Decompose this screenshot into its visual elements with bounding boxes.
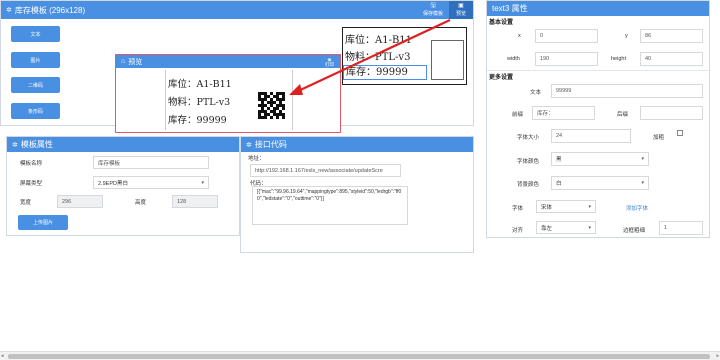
api-code-textarea[interactable]: [{"mac":"99.96.19.64","mappingtype":895,… <box>252 186 408 225</box>
height-attr-input[interactable]: 40 <box>640 52 703 66</box>
add-font-link[interactable]: 添加字体 <box>626 204 648 212</box>
tool-qrcode-button[interactable]: 二维码 <box>11 77 60 93</box>
gear-icon: ✲ <box>6 7 12 14</box>
label-canvas[interactable]: 库位：A1-B11 物料：PTL-v3 库存：99999 <box>342 27 467 85</box>
width-label: 宽度 <box>20 200 32 206</box>
font-size-label: 字体大小 <box>517 135 540 141</box>
scroll-left-icon[interactable]: ◂ <box>1 353 4 359</box>
border-width-input[interactable]: 1 <box>659 221 703 235</box>
props-panel: ✲ 模板属性 模板名称 库存模板 屏幕类型 2.9EPD黑白 ▾ 宽度 296 … <box>6 136 240 236</box>
api-url-label: 地址： <box>248 156 265 162</box>
width-attr-label: width <box>507 56 520 62</box>
text-label: 文本 <box>530 90 542 96</box>
chevron-down-icon: ▾ <box>588 203 591 210</box>
width-input[interactable]: 296 <box>57 195 103 208</box>
preview-button[interactable]: ▣ 预览 <box>449 1 473 19</box>
align-label: 对齐 <box>512 228 524 234</box>
chevron-down-icon: ▾ <box>641 156 644 162</box>
preview-dialog-header: ⌂ 预览 ◉ 打印 <box>116 55 340 68</box>
y-label: y <box>625 33 628 39</box>
preview-text-location: 库位：A1-B11 <box>168 79 232 90</box>
prefix-input[interactable]: 库存： <box>532 106 595 120</box>
bg-color-label: 背景颜色 <box>517 182 540 188</box>
font-family-select[interactable]: 宋体 ▾ <box>536 200 596 213</box>
template-title: 库存模板 (296x128) <box>14 5 86 15</box>
api-panel: ✲ 接口代码 地址： http://192.168.1.167/esls_new… <box>240 136 474 253</box>
preview-dialog: ⌂ 预览 ◉ 打印 库位：A1-B11 物料：PTL-v3 库存：99999 <box>115 54 341 133</box>
template-name-label: 模板名称 <box>20 161 43 167</box>
tool-text-button[interactable]: 文本 <box>11 26 60 42</box>
canvas-text-stock[interactable]: 库存：99999 <box>343 65 427 80</box>
font-family-label: 字体 <box>512 206 524 212</box>
canvas-text-material[interactable]: 物料：PTL-v3 <box>345 48 410 63</box>
font-color-select[interactable]: 黑 ▾ <box>551 152 649 166</box>
chevron-down-icon: ▾ <box>641 180 644 186</box>
bold-label: 加粗 <box>653 135 665 141</box>
save-icon: 🖫 <box>430 3 436 9</box>
more-settings-title: 更多设置 <box>489 75 514 81</box>
gear-icon: ✲ <box>246 141 252 149</box>
upload-image-button[interactable]: 上传图片 <box>18 215 68 230</box>
font-color-label: 字体颜色 <box>517 159 540 165</box>
bg-color-select[interactable]: 白 ▾ <box>551 176 649 190</box>
prefix-label: 前缀 <box>512 112 524 118</box>
basic-settings-title: 基本设置 <box>489 20 514 26</box>
attr-panel: text3 属性 基本设置 x 0 y 86 width 190 height … <box>486 0 711 238</box>
tool-image-button[interactable]: 图片 <box>11 52 60 68</box>
font-size-input[interactable]: 24 <box>551 129 631 143</box>
chevron-down-icon: ▾ <box>588 224 591 231</box>
x-input[interactable]: 0 <box>535 29 598 43</box>
props-panel-header: ✲ 模板属性 <box>7 137 239 152</box>
screen-type-select[interactable]: 2.9EPD黑白 ▾ <box>93 176 209 189</box>
border-width-label: 边框粗细 <box>623 228 646 234</box>
canvas-image-placeholder[interactable] <box>431 40 464 80</box>
print-button[interactable]: ◉ 打印 <box>325 57 334 67</box>
height-attr-label: height <box>611 56 626 62</box>
gear-icon: ✲ <box>12 141 18 149</box>
chevron-down-icon: ▾ <box>201 179 204 186</box>
canvas-text-location[interactable]: 库位：A1-B11 <box>345 31 412 46</box>
suffix-input[interactable] <box>640 106 703 120</box>
y-input[interactable]: 86 <box>640 29 703 43</box>
home-icon: ⌂ <box>121 58 126 65</box>
api-panel-title: 接口代码 <box>254 140 287 149</box>
preview-dialog-title: 预览 <box>128 58 143 66</box>
preview-text-material: 物料：PTL-v3 <box>168 97 231 108</box>
api-url-input[interactable]: http://192.168.1.167/esls_new/associate/… <box>250 164 401 177</box>
api-panel-header: ✲ 接口代码 <box>241 137 473 152</box>
preview-text-stock: 库存：99999 <box>168 115 227 126</box>
bold-checkbox[interactable] <box>677 130 683 136</box>
width-attr-input[interactable]: 190 <box>535 52 598 66</box>
screen-type-label: 屏幕类型 <box>20 181 43 187</box>
save-template-button[interactable]: 🖫 保存模板 <box>419 1 447 19</box>
scrollbar-thumb[interactable] <box>8 354 710 359</box>
height-input[interactable]: 128 <box>172 195 218 208</box>
attr-panel-title: text3 属性 <box>492 4 528 13</box>
align-select[interactable]: 靠左 ▾ <box>536 221 596 234</box>
template-name-input[interactable]: 库存模板 <box>93 156 209 169</box>
text-input[interactable]: 99999 <box>551 84 703 98</box>
qrcode-image <box>258 92 285 119</box>
horizontal-scrollbar[interactable]: ◂ ▸ <box>0 351 720 360</box>
suffix-label: 后缀 <box>617 112 629 118</box>
settings-divider <box>487 70 711 71</box>
preview-label: 库位：A1-B11 物料：PTL-v3 库存：99999 <box>165 70 293 130</box>
preview-icon: ▣ <box>458 3 464 9</box>
props-panel-title: 模板属性 <box>20 140 53 149</box>
x-label: x <box>518 33 521 39</box>
tool-barcode-button[interactable]: 条形码 <box>11 103 60 119</box>
scroll-right-icon[interactable]: ▸ <box>716 353 719 359</box>
height-label: 高度 <box>135 200 147 206</box>
attr-panel-header: text3 属性 <box>487 1 709 16</box>
template-panel-header: ✲ 库存模板 (296x128) <box>1 1 473 19</box>
